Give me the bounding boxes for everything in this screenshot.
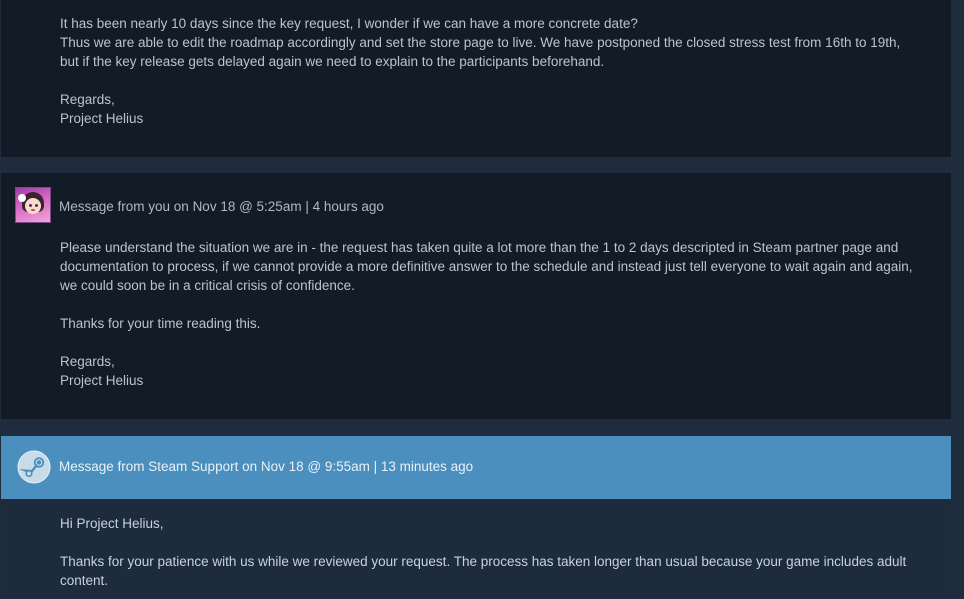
support-message-body: Hi Project Helius, Thanks for your patie… bbox=[1, 499, 951, 599]
message-paragraph: Project Helius bbox=[60, 111, 144, 126]
message-paragraph: Regards, bbox=[60, 92, 115, 107]
message-card: Message from you on Nov 18 @ 5:25am | 4 … bbox=[1, 173, 951, 419]
message-header: Message from you on Nov 18 @ 5:25am | 4 … bbox=[59, 199, 384, 214]
message-paragraph: Project Helius bbox=[60, 373, 144, 388]
message-paragraph: Thus we are able to edit the roadmap acc… bbox=[60, 35, 901, 69]
support-message-header: Message from Steam Support on Nov 18 @ 9… bbox=[1, 436, 951, 499]
message-paragraph: Please understand the situation we are i… bbox=[60, 240, 913, 293]
message-paragraph: Thanks for your time reading this. bbox=[60, 316, 261, 331]
message-card: It has been nearly 10 days since the key… bbox=[1, 0, 951, 157]
support-ticket-thread: It has been nearly 10 days since the key… bbox=[0, 0, 964, 599]
anime-girl-avatar[interactable] bbox=[15, 187, 51, 223]
message-paragraph: Thanks for your patience with us while w… bbox=[60, 554, 907, 588]
steam-logo-icon bbox=[17, 450, 51, 484]
message-paragraph: Hi Project Helius, bbox=[60, 516, 164, 531]
message-body: Hi Project Helius, Thanks for your patie… bbox=[60, 514, 920, 590]
message-header: Message from Steam Support on Nov 18 @ 9… bbox=[59, 459, 474, 474]
message-body: It has been nearly 10 days since the key… bbox=[60, 14, 920, 128]
message-body: Please understand the situation we are i… bbox=[60, 238, 920, 390]
message-paragraph: Regards, bbox=[60, 354, 115, 369]
message-paragraph: It has been nearly 10 days since the key… bbox=[60, 16, 638, 31]
